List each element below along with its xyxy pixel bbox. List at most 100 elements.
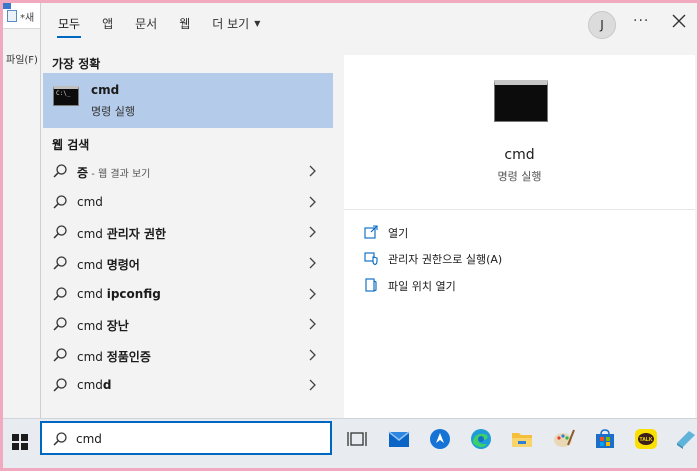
tab-more-label: 더 보기	[212, 16, 250, 31]
results-list: 가장 정확 C:\_ cmd 명령 실행 웹 검색 증 - 웹 결과 보기 cm…	[41, 43, 334, 418]
kakaotalk-icon[interactable]: TALK	[634, 427, 658, 451]
store-icon[interactable]	[593, 427, 617, 451]
file-explorer-icon[interactable]	[510, 427, 534, 451]
tab-documents[interactable]: 문서	[124, 3, 168, 43]
best-match-heading: 가장 정확	[52, 57, 101, 71]
search-topbar: 모두 앱 문서 웹 더 보기 ▼ J ···	[41, 3, 697, 43]
tab-web[interactable]: 웹	[168, 3, 201, 43]
background-app: *새 파일(F)	[3, 3, 43, 418]
background-app-titlebar: *새	[3, 3, 43, 29]
chevron-right-icon	[309, 196, 316, 208]
search-icon	[53, 378, 67, 392]
web-result-5-text: cmd ipconfig	[77, 287, 161, 301]
search-icon	[53, 348, 67, 362]
web-result-2[interactable]: cmd	[43, 187, 333, 217]
task-view-icon[interactable]	[345, 427, 369, 451]
web-result-7-bold: 정품인증	[106, 350, 151, 364]
search-icon	[53, 164, 67, 178]
web-result-3-normal: cmd	[77, 227, 107, 241]
web-result-1[interactable]: 증 - 웹 결과 보기	[43, 156, 333, 186]
web-result-6-normal: cmd	[77, 319, 107, 333]
search-tabs: 모두 앱 문서 웹 더 보기 ▼	[47, 3, 271, 43]
best-match-result[interactable]: C:\_ cmd 명령 실행	[43, 73, 333, 128]
best-match-subtitle: 명령 실행	[91, 105, 135, 118]
background-app-menu-file: 파일(F)	[6, 55, 38, 66]
tab-more[interactable]: 더 보기 ▼	[201, 3, 271, 43]
web-result-3-text: cmd 관리자 권한	[77, 225, 166, 242]
web-result-4-text: cmd 명령어	[77, 256, 140, 273]
web-result-3-bold: 관리자 권한	[106, 227, 167, 241]
web-result-2-normal: cmd	[77, 195, 103, 209]
web-result-6-bold: 장난	[106, 319, 129, 333]
web-result-8-text: cmdd	[77, 378, 112, 392]
app-icon-2[interactable]	[673, 427, 697, 451]
edge-icon[interactable]	[469, 427, 493, 451]
search-icon	[53, 317, 67, 331]
web-result-4[interactable]: cmd 명령어	[43, 248, 333, 278]
search-icon	[53, 195, 67, 209]
search-icon	[53, 225, 67, 239]
chevron-right-icon	[309, 165, 316, 177]
web-result-7-text: cmd 정품인증	[77, 348, 151, 365]
tab-documents-label: 문서	[135, 16, 158, 31]
more-options-button[interactable]: ···	[633, 13, 649, 29]
web-result-2-text: cmd	[77, 195, 103, 209]
taskbar: TALK	[3, 418, 697, 468]
paint-icon[interactable]	[552, 427, 576, 451]
chevron-right-icon	[309, 226, 316, 238]
cmd-large-icon	[494, 80, 548, 122]
app-icon[interactable]	[428, 427, 452, 451]
tab-apps-label: 앱	[102, 16, 114, 31]
chevron-right-icon	[309, 288, 316, 300]
kakaotalk-label: TALK	[640, 437, 653, 443]
chevron-right-icon	[309, 257, 316, 269]
tab-web-label: 웹	[179, 16, 191, 31]
shield-icon	[364, 252, 378, 265]
avatar[interactable]: J	[588, 11, 616, 39]
web-result-5-bold: ipconfig	[106, 287, 161, 301]
mail-icon[interactable]	[387, 427, 411, 451]
search-input[interactable]	[76, 429, 316, 449]
tab-all[interactable]: 모두	[47, 3, 91, 43]
action-open[interactable]: 열기	[364, 223, 664, 243]
chevron-down-icon: ▼	[254, 18, 261, 28]
taskbar-search-box[interactable]	[40, 421, 332, 455]
web-result-4-normal: cmd	[77, 258, 107, 272]
chevron-right-icon	[309, 349, 316, 361]
search-icon	[53, 256, 67, 270]
action-run-as-admin-label: 관리자 권한으로 실행(A)	[388, 253, 503, 266]
background-app-accent	[3, 3, 11, 9]
preview-title: cmd	[504, 147, 535, 163]
screen-frame: *새 파일(F) 모두 앱 문서 웹 더 보기 ▼ J ··· 가장 정확 C:\…	[3, 3, 697, 468]
preview-pane: cmd 명령 실행 열기 관리자 권한으로 실행(A) 파일 위치 열기	[344, 55, 695, 418]
search-icon	[53, 287, 67, 301]
web-result-8-bold: d	[102, 378, 112, 392]
background-app-tab: *새	[20, 13, 35, 24]
action-run-as-admin[interactable]: 관리자 권한으로 실행(A)	[364, 249, 664, 269]
web-search-heading: 웹 검색	[52, 138, 90, 152]
search-icon	[53, 432, 67, 446]
close-icon[interactable]	[669, 11, 689, 31]
windows-start-icon[interactable]	[9, 431, 31, 453]
preview-divider	[344, 209, 695, 210]
web-result-8-normal: cmd	[77, 378, 103, 392]
preview-subtitle: 명령 실행	[497, 170, 542, 183]
search-panel: 모두 앱 문서 웹 더 보기 ▼ J ··· 가장 정확 C:\_ cmd 명령 …	[40, 3, 697, 418]
web-result-6-text: cmd 장난	[77, 317, 129, 334]
action-open-file-location-label: 파일 위치 열기	[388, 280, 456, 293]
notepad-icon	[7, 10, 17, 22]
chevron-right-icon	[309, 318, 316, 330]
web-result-3[interactable]: cmd 관리자 권한	[43, 217, 333, 247]
best-match-title: cmd	[91, 83, 120, 97]
web-result-1-suffix: - 웹 결과 보기	[88, 169, 151, 180]
open-icon	[364, 225, 378, 239]
web-result-1-text: 증 - 웹 결과 보기	[77, 164, 150, 181]
chevron-right-icon	[309, 379, 316, 391]
folder-location-icon	[365, 278, 377, 292]
action-open-file-location[interactable]: 파일 위치 열기	[364, 276, 664, 296]
web-result-6[interactable]: cmd 장난	[43, 309, 333, 339]
web-result-5[interactable]: cmd ipconfig	[43, 279, 333, 309]
tab-apps[interactable]: 앱	[91, 3, 124, 43]
web-result-8[interactable]: cmdd	[43, 370, 333, 400]
web-result-7[interactable]: cmd 정품인증	[43, 340, 333, 370]
